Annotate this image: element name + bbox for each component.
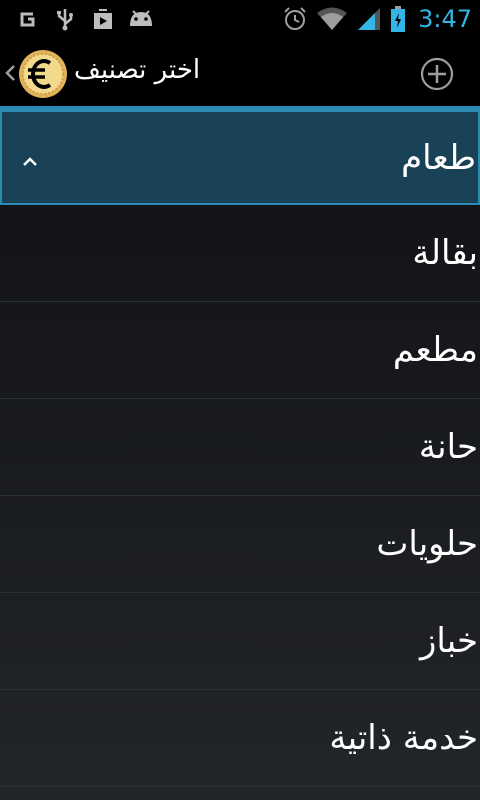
chevron-up-icon[interactable] bbox=[22, 152, 38, 171]
list-item-label: خدمة ذاتية bbox=[329, 718, 478, 758]
page-title: اختر تصنيف bbox=[74, 55, 201, 85]
list-item-label: حلويات bbox=[376, 524, 478, 564]
android-icon bbox=[128, 7, 154, 31]
signal-icon bbox=[356, 6, 382, 32]
list-item-selected[interactable]: طعام bbox=[0, 110, 480, 205]
up-caret-icon[interactable] bbox=[4, 63, 16, 87]
play-store-icon bbox=[90, 7, 116, 31]
alarm-icon bbox=[282, 6, 308, 32]
category-list: طعام بقالة مطعم حانة حلويات خباز خدمة ذا… bbox=[0, 110, 480, 800]
add-button[interactable] bbox=[420, 57, 454, 91]
list-item[interactable]: خباز bbox=[0, 593, 480, 690]
wifi-icon bbox=[316, 6, 348, 32]
list-item[interactable]: مطعم bbox=[0, 302, 480, 399]
list-item-label: طعام bbox=[401, 137, 476, 178]
battery-icon bbox=[390, 5, 406, 33]
action-bar: اختر تصنيف bbox=[0, 38, 480, 110]
status-bar: 3:47 bbox=[0, 0, 480, 38]
add-icon bbox=[420, 57, 454, 91]
list-item-label: بقالة bbox=[412, 233, 478, 273]
list-item-label: حانة bbox=[418, 427, 478, 467]
list-item[interactable]: خدمة ذاتية bbox=[0, 690, 480, 787]
list-item[interactable]: حانة bbox=[0, 399, 480, 496]
clock: 3:47 bbox=[418, 5, 472, 33]
usb-icon bbox=[52, 7, 78, 31]
list-item[interactable]: بقالة bbox=[0, 205, 480, 302]
list-item-label: مطعم bbox=[392, 330, 478, 370]
g-icon bbox=[14, 7, 40, 31]
euro-coin-icon[interactable] bbox=[18, 49, 68, 103]
list-item[interactable]: حلويات bbox=[0, 496, 480, 593]
list-item-label: خباز bbox=[419, 621, 478, 661]
